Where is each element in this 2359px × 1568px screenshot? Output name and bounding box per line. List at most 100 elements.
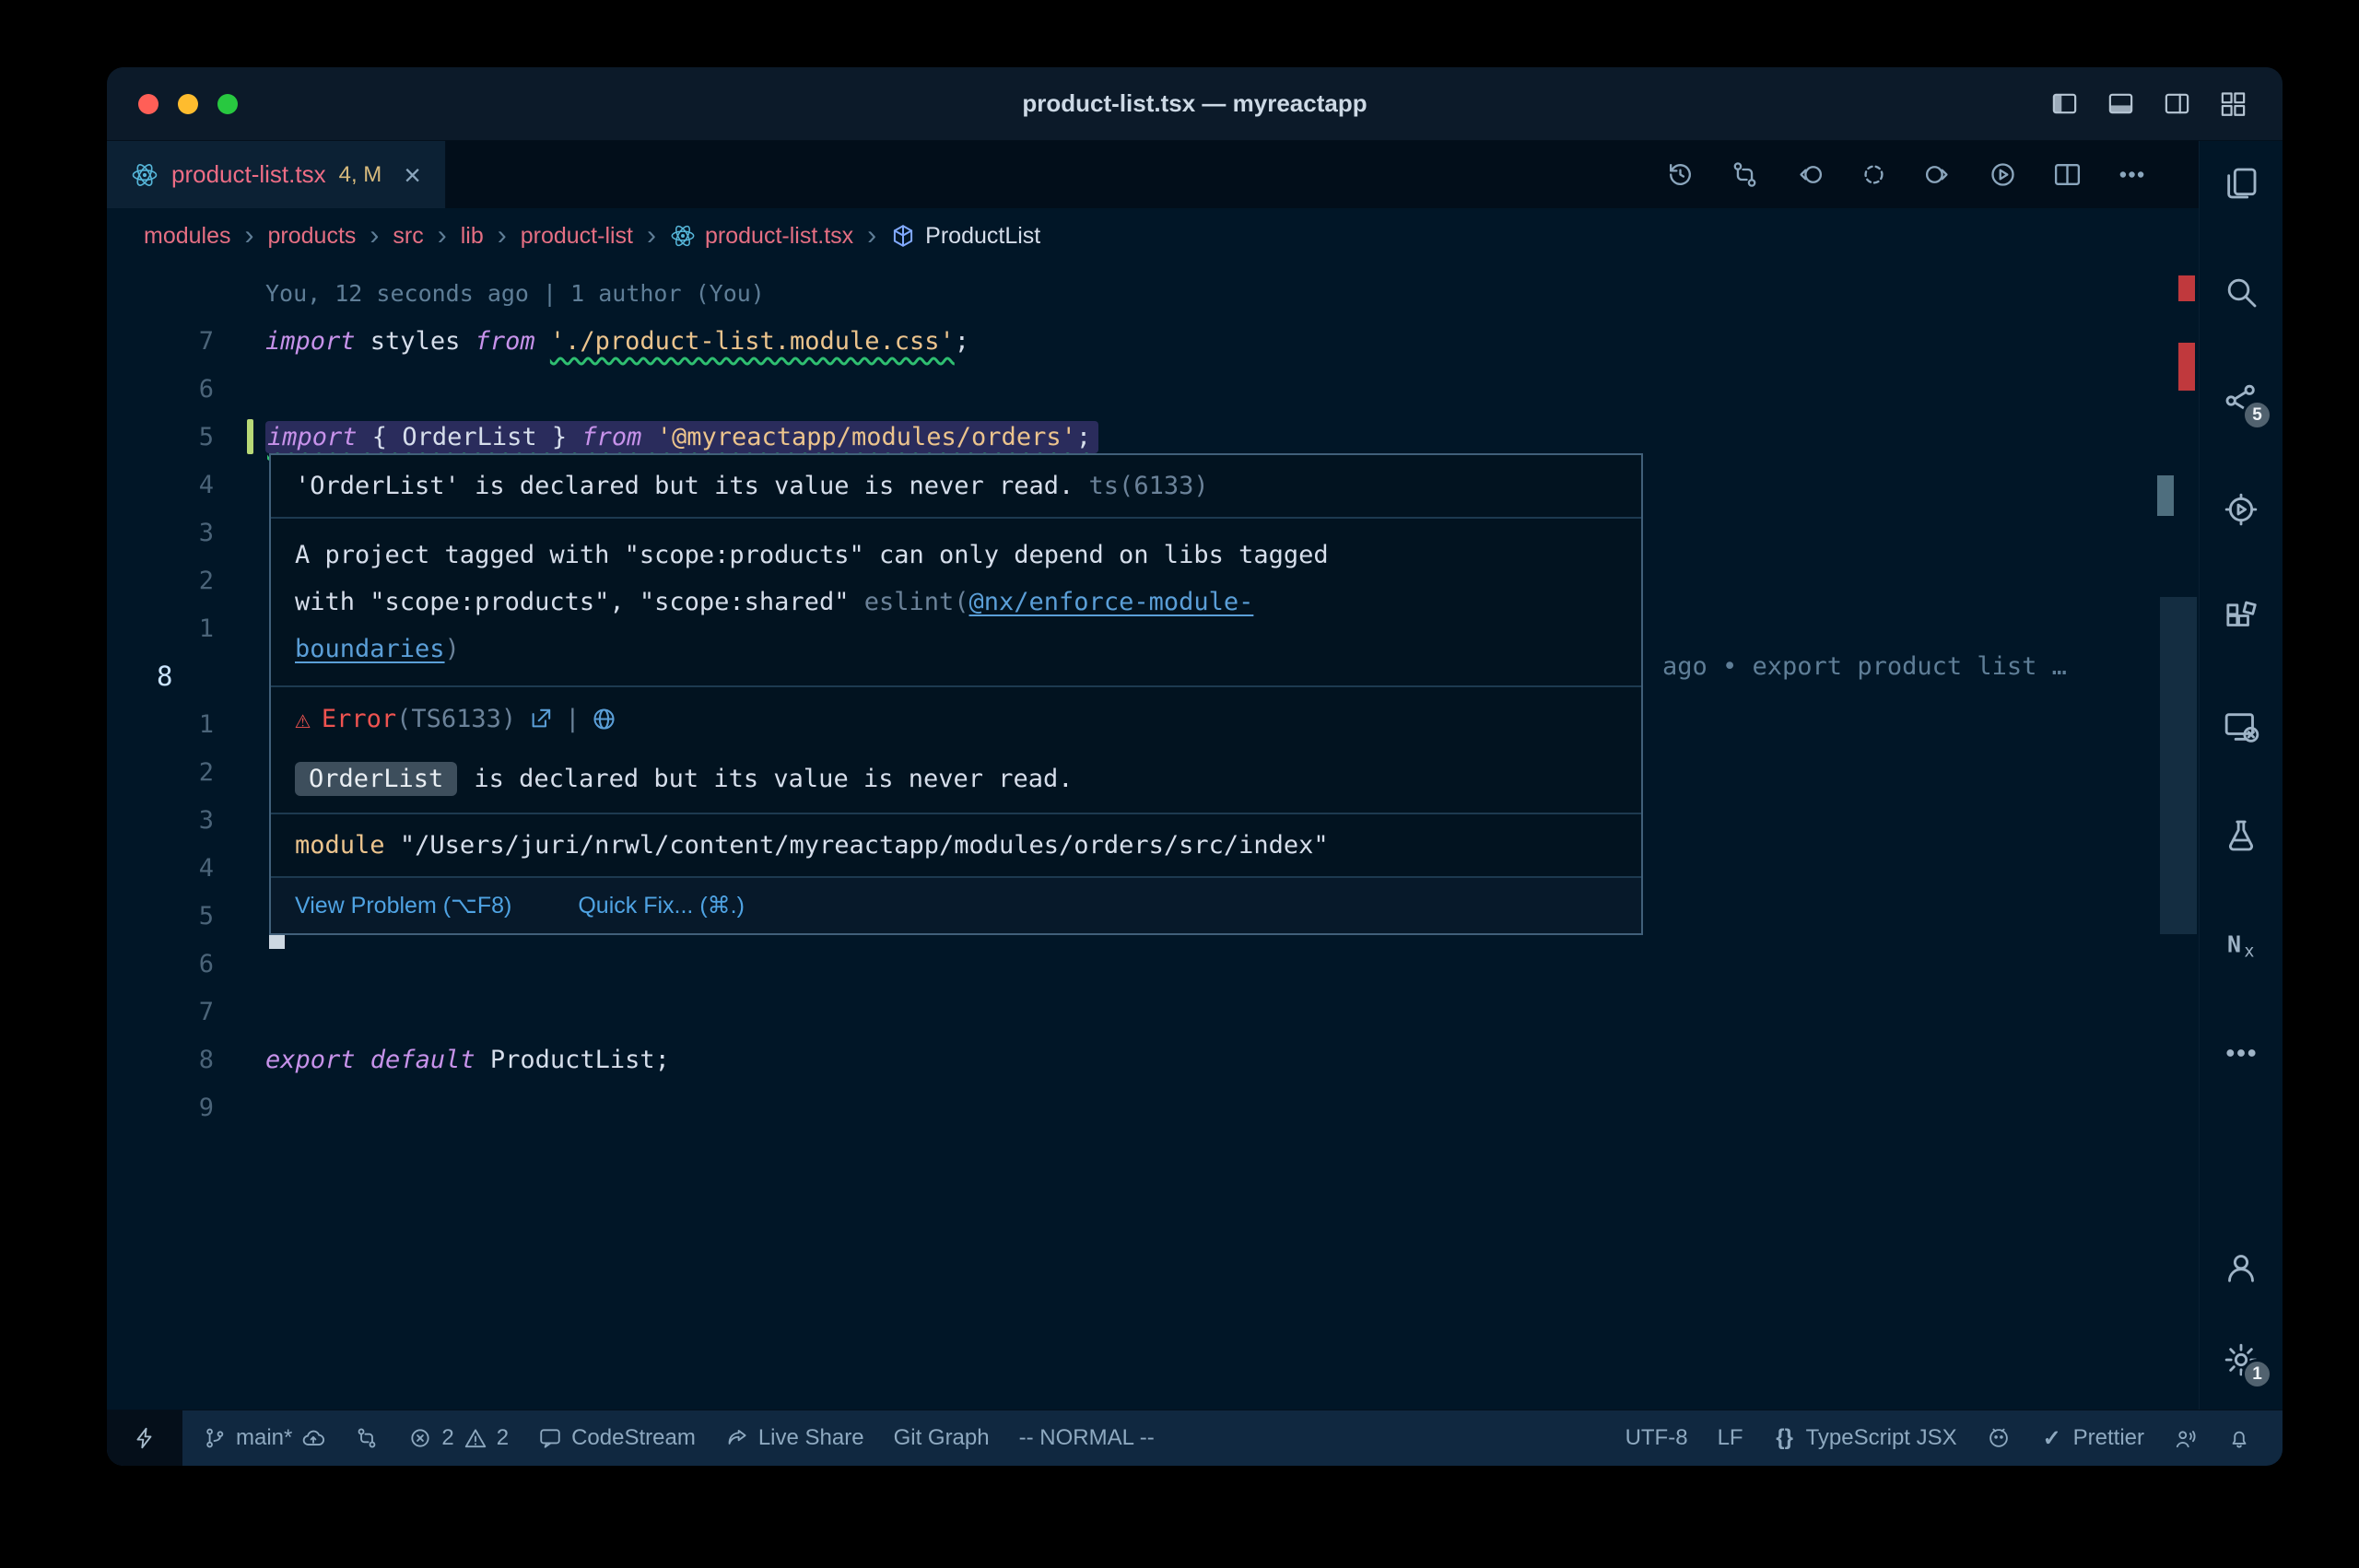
tab-product-list[interactable]: product-list.tsx 4, M × [107, 141, 446, 208]
breadcrumb-label: ProductList [925, 223, 1040, 250]
breadcrumb-item-product-list[interactable]: product-list [521, 223, 633, 250]
activity-bar-item-testing[interactable] [2219, 813, 2263, 858]
activity-bar-item-nx-console[interactable]: Nx [2219, 922, 2263, 966]
breadcrumb-item-products[interactable]: products [268, 223, 357, 250]
status-vim-mode[interactable]: -- NORMAL -- [1004, 1410, 1169, 1466]
panel-left-icon[interactable] [2050, 89, 2079, 118]
activity-bar-item-more-views[interactable] [2219, 1031, 2263, 1075]
next-change-icon[interactable] [1923, 159, 1954, 190]
split-icon[interactable] [2052, 159, 2083, 190]
token: styles [370, 327, 475, 356]
globe-icon[interactable] [591, 706, 617, 732]
activity-bar-item-search[interactable] [2219, 270, 2263, 314]
code-row[interactable]: 9 [107, 1083, 2155, 1131]
view-problem-action[interactable]: View Problem (⌥F8) [295, 892, 511, 919]
change-icon[interactable] [1859, 159, 1889, 190]
breadcrumb-label: product-list.tsx [705, 223, 853, 250]
nx-rule-link[interactable]: boundaries [295, 635, 445, 663]
breadcrumb-item-src[interactable]: src [393, 223, 423, 250]
gutter-decoration [245, 269, 265, 317]
activity-bar-item-extensions[interactable] [2219, 596, 2263, 640]
close-window-button[interactable] [138, 94, 158, 114]
quick-fix-action[interactable]: Quick Fix... (⌘.) [578, 892, 745, 919]
code-row[interactable]: 6 [107, 940, 2155, 988]
tab-close-icon[interactable]: × [404, 160, 421, 190]
line-number: 9 [107, 1094, 245, 1122]
nx-rule-link[interactable]: @nx/enforce-module- [969, 588, 1254, 616]
panel-bottom-icon[interactable] [2107, 89, 2135, 118]
activity-bar-item-remote-explorer[interactable] [2219, 705, 2263, 749]
panel-right-icon[interactable] [2163, 89, 2191, 118]
window-title: product-list.tsx — myreactapp [107, 89, 2283, 118]
selection-mark [2157, 475, 2174, 516]
bell-icon [2227, 1426, 2251, 1450]
activity-bar-item-settings[interactable]: 1 [2219, 1338, 2263, 1382]
prev-change-icon[interactable] [1794, 159, 1825, 190]
code-row[interactable]: 7import styles from './product-list.modu… [107, 317, 2155, 365]
token: import [267, 423, 358, 451]
status-eol[interactable]: LF [1703, 1410, 1758, 1466]
run-circle-icon[interactable] [1988, 159, 2018, 190]
status-language-mode[interactable]: {}TypeScript JSX [1758, 1410, 1972, 1466]
screen-x-icon [2223, 708, 2259, 745]
breadcrumb-label: src [393, 223, 423, 250]
hover-ts-message: 'OrderList' is declared but its value is… [271, 455, 1641, 519]
token: import [265, 327, 370, 356]
gutter-decoration [245, 509, 265, 556]
status-github[interactable] [1972, 1410, 2025, 1466]
token: export [265, 1046, 370, 1074]
status-notifications[interactable] [2212, 1410, 2266, 1466]
code-editor[interactable]: You, 12 seconds ago | 1 author (You)7imp… [107, 263, 2199, 1410]
obscured-codelens-text: ago • export product list … [1662, 652, 2067, 700]
status-remote-indicator[interactable] [107, 1410, 182, 1466]
status-problems[interactable]: 22 [393, 1410, 523, 1466]
svg-text:N: N [2227, 930, 2241, 957]
line-number: 3 [107, 806, 245, 835]
run-gear-icon [2223, 491, 2259, 528]
activity-bar-item-accounts[interactable] [2219, 1246, 2263, 1290]
zoom-window-button[interactable] [217, 94, 238, 114]
eslint-message-line2: with "scope:products", "scope:shared" es… [295, 579, 1617, 626]
status-prettier[interactable]: ✓Prettier [2025, 1410, 2159, 1466]
status-branch-compare[interactable] [340, 1410, 393, 1466]
breadcrumb-item-modules[interactable]: modules [144, 223, 231, 250]
status-git-branch[interactable]: main* [188, 1410, 340, 1466]
status-git-graph[interactable]: Git Graph [879, 1410, 1004, 1466]
breadcrumb-item-productlist[interactable]: ProductList [890, 223, 1040, 250]
ts-diagnostic-code: ts(6133) [1089, 472, 1209, 500]
more-icon[interactable] [2117, 159, 2147, 190]
editor-action-icons [1665, 141, 2147, 208]
minimize-window-button[interactable] [178, 94, 198, 114]
status-feedback[interactable] [2159, 1410, 2212, 1466]
layout-grid-icon[interactable] [2219, 89, 2248, 118]
pages-icon [2223, 165, 2259, 202]
breadcrumb-item-lib[interactable]: lib [461, 223, 484, 250]
codelens-row[interactable]: You, 12 seconds ago | 1 author (You) [107, 269, 2155, 317]
code-row[interactable]: 8export default ProductList; [107, 1036, 2155, 1083]
status-codestream[interactable]: CodeStream [523, 1410, 710, 1466]
activity-bar-item-explorer[interactable] [2219, 161, 2263, 205]
account-icon [2223, 1249, 2259, 1286]
activity-bar-item-run-debug[interactable] [2219, 487, 2263, 532]
external-link-icon[interactable] [527, 706, 554, 732]
github-icon [1987, 1426, 2011, 1450]
token: default [370, 1046, 490, 1074]
symbol-badge: OrderList [295, 762, 457, 796]
scrollbar-thumb[interactable] [2160, 597, 2197, 934]
status-live-share[interactable]: Live Share [710, 1410, 879, 1466]
extensions-icon [2223, 600, 2259, 637]
activity-bar-item-source-control-graph[interactable]: 5 [2219, 379, 2263, 423]
compare-icon[interactable] [1730, 159, 1760, 190]
status-encoding[interactable]: UTF-8 [1611, 1410, 1703, 1466]
line-number: 2 [107, 567, 245, 595]
breadcrumb-item-product-list-tsx[interactable]: product-list.tsx [670, 223, 853, 250]
compare-icon [355, 1426, 379, 1450]
history-icon[interactable] [1665, 159, 1696, 190]
code-row[interactable]: 6 [107, 365, 2155, 413]
code-row[interactable]: 7 [107, 988, 2155, 1036]
live-share-label: Live Share [758, 1425, 864, 1451]
hover-resize-grip[interactable] [269, 935, 285, 949]
blame-annotation[interactable]: You, 12 seconds ago | 1 author (You) [265, 280, 765, 307]
gutter-decoration [245, 940, 265, 988]
warning-icon [464, 1426, 487, 1450]
